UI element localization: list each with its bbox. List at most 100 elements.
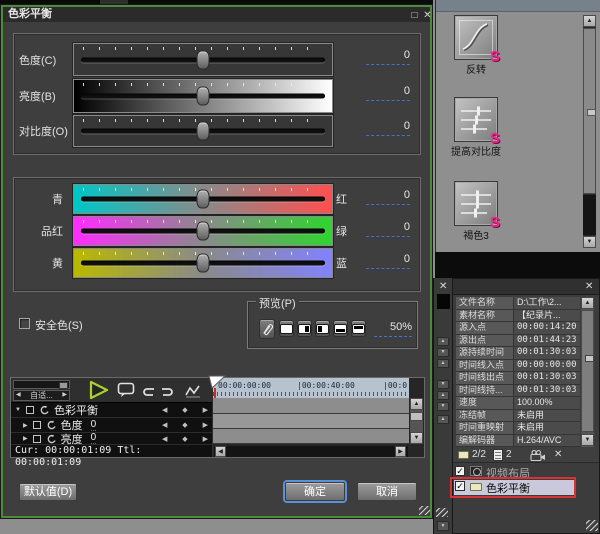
slider-thumb[interactable] <box>197 190 210 209</box>
contrast-up-effect-label[interactable]: 提高对比度 <box>438 143 514 158</box>
scroll-left-icon[interactable]: ◀ <box>215 446 226 457</box>
timeline-row-chroma[interactable]: ▶ 色度 0 ◀ ◆ ▶ <box>11 418 212 433</box>
timeline-row-brightness[interactable]: ▶ 亮度 0 ◀ ◆ ▶ <box>11 433 212 445</box>
scroll-down-icon[interactable]: ▼ <box>581 434 594 446</box>
prev-keyframe-icon[interactable]: ◀ <box>162 421 167 429</box>
slider-thumb[interactable] <box>197 122 210 141</box>
scroll-thumb[interactable] <box>583 28 596 194</box>
dialog-resize-grip[interactable] <box>419 506 430 515</box>
keyframe-nav[interactable]: ◀ ◆ ▶ <box>162 435 208 443</box>
preview-mode-full-button[interactable] <box>279 320 294 337</box>
timeline-zoom-thumb[interactable] <box>59 382 68 389</box>
timeline-row-color-balance[interactable]: ▼ 色彩平衡 ◀ ◆ ▶ <box>11 403 212 418</box>
contrast-value[interactable]: 0 <box>366 120 410 136</box>
safe-color-checkbox[interactable] <box>19 318 30 329</box>
add-keyframe-icon[interactable]: ◆ <box>182 406 187 414</box>
invert-effect-icon[interactable]: S <box>454 15 498 60</box>
chevron-right-icon[interactable]: ▶ <box>62 391 67 400</box>
info-vscrollbar[interactable]: ▲ ▼ <box>581 297 594 447</box>
spinner-up-icon[interactable]: ▲ <box>437 391 449 400</box>
preview-mode-left-split-button[interactable] <box>315 320 330 337</box>
row-value[interactable]: 0 <box>91 420 97 431</box>
info-panel-header[interactable]: ✕ <box>453 279 599 295</box>
scroll-up-icon[interactable]: ▲ <box>410 398 423 410</box>
cyan-red-slider[interactable] <box>73 184 333 214</box>
redo-icon[interactable] <box>161 385 174 403</box>
brightness-value[interactable]: 0 <box>366 85 410 101</box>
brightness-slider[interactable] <box>73 79 333 113</box>
playhead-marker-icon[interactable] <box>208 375 226 389</box>
curve-view-icon[interactable] <box>185 384 202 403</box>
next-keyframe-icon[interactable]: ▶ <box>203 435 208 443</box>
row-checkbox[interactable] <box>26 406 34 414</box>
expand-right-icon[interactable]: ▶ <box>23 435 28 442</box>
close-icon[interactable]: ✕ <box>421 10 434 22</box>
effect-checkbox[interactable]: ✓ <box>455 466 465 476</box>
preview-mode-top-split-button[interactable] <box>351 320 366 337</box>
prev-keyframe-icon[interactable]: ◀ <box>162 435 167 443</box>
preview-zoom-value[interactable]: 50% <box>374 321 412 337</box>
delete-effect-icon[interactable]: ✕ <box>554 450 562 460</box>
expand-down-icon[interactable]: ▼ <box>15 407 21 413</box>
red-value[interactable]: 0 <box>366 189 410 205</box>
timeline-ruler[interactable]: 00:00:00:00 |00:00:40:00 |00:0 <box>213 378 409 398</box>
undo-icon[interactable] <box>142 385 155 403</box>
spinner-up-icon[interactable]: ▲ <box>437 359 449 368</box>
contrast-slider[interactable] <box>73 115 333 147</box>
scroll-right-icon[interactable]: ▶ <box>395 446 406 457</box>
timeline-zoom-slider[interactable] <box>13 380 70 389</box>
sepia3-effect-icon[interactable]: S <box>454 181 498 226</box>
blue-value[interactable]: 0 <box>366 253 410 269</box>
spinner-up-icon[interactable]: ▲ <box>437 415 449 424</box>
add-keyframe-icon[interactable]: ◆ <box>182 421 187 429</box>
reset-icon[interactable] <box>38 405 49 415</box>
spinner-down-icon[interactable]: ▼ <box>437 402 449 411</box>
magenta-green-slider[interactable] <box>73 216 333 246</box>
scroll-up-icon[interactable]: ▲ <box>581 297 594 309</box>
paperclip-icon[interactable] <box>259 319 275 339</box>
chroma-value[interactable]: 0 <box>366 49 410 65</box>
slider-thumb[interactable] <box>197 87 210 106</box>
spinner-down-icon[interactable]: ▼ <box>437 348 449 357</box>
track-row[interactable] <box>213 429 409 444</box>
preview-mode-bottom-split-button[interactable] <box>333 320 348 337</box>
next-keyframe-icon[interactable]: ▶ <box>203 406 208 414</box>
green-value[interactable]: 0 <box>366 221 410 237</box>
yellow-blue-slider[interactable] <box>73 248 333 278</box>
prev-keyframe-icon[interactable]: ◀ <box>162 406 167 414</box>
close-icon[interactable]: ✕ <box>585 282 593 292</box>
panel-resize-grip[interactable] <box>436 508 448 517</box>
keyframe-nav[interactable]: ◀ ◆ ▶ <box>162 421 208 429</box>
palette-scrollbar[interactable]: ▲ ▼ <box>583 15 596 248</box>
spinner-down-icon[interactable]: ▼ <box>437 380 449 389</box>
chevron-left-icon[interactable]: ◀ <box>16 391 21 400</box>
slider-thumb[interactable] <box>197 254 210 273</box>
timeline-hscrollbar[interactable]: ◀ ▶ <box>214 446 408 457</box>
effect-list-icon[interactable] <box>493 449 503 461</box>
spinner-up-icon[interactable]: ▲ <box>437 337 449 346</box>
camera-icon[interactable] <box>530 450 546 461</box>
comment-icon[interactable] <box>117 382 135 403</box>
timeline-vscrollbar[interactable]: ▲ ▼ <box>410 398 423 444</box>
scroll-track[interactable] <box>583 195 596 235</box>
next-keyframe-icon[interactable]: ▶ <box>203 421 208 429</box>
reset-icon[interactable] <box>45 434 56 444</box>
window-resize-grip[interactable] <box>586 520 598 531</box>
close-icon[interactable]: ✕ <box>439 282 447 292</box>
dialog-titlebar[interactable]: 色彩平衡 □ ✕ <box>3 7 430 22</box>
expand-right-icon[interactable]: ▶ <box>23 422 28 429</box>
preview-mode-right-split-button[interactable] <box>297 320 312 337</box>
slider-thumb[interactable] <box>197 222 210 241</box>
keyframe-nav[interactable]: ◀ ◆ ▶ <box>162 406 208 414</box>
slider-thumb[interactable] <box>197 50 210 69</box>
row-value[interactable]: 0 <box>91 433 97 444</box>
track-row[interactable] <box>213 398 409 414</box>
scroll-down-icon[interactable]: ▼ <box>437 521 449 531</box>
invert-effect-label[interactable]: 反转 <box>444 61 508 76</box>
chroma-slider[interactable] <box>73 43 333 76</box>
sepia3-effect-label[interactable]: 褐色3 <box>442 227 510 242</box>
scroll-down-icon[interactable]: ▼ <box>583 236 596 248</box>
scroll-up-icon[interactable]: ▲ <box>583 15 596 27</box>
scroll-down-icon[interactable]: ▼ <box>410 432 423 444</box>
contrast-up-effect-icon[interactable]: S <box>454 97 498 142</box>
